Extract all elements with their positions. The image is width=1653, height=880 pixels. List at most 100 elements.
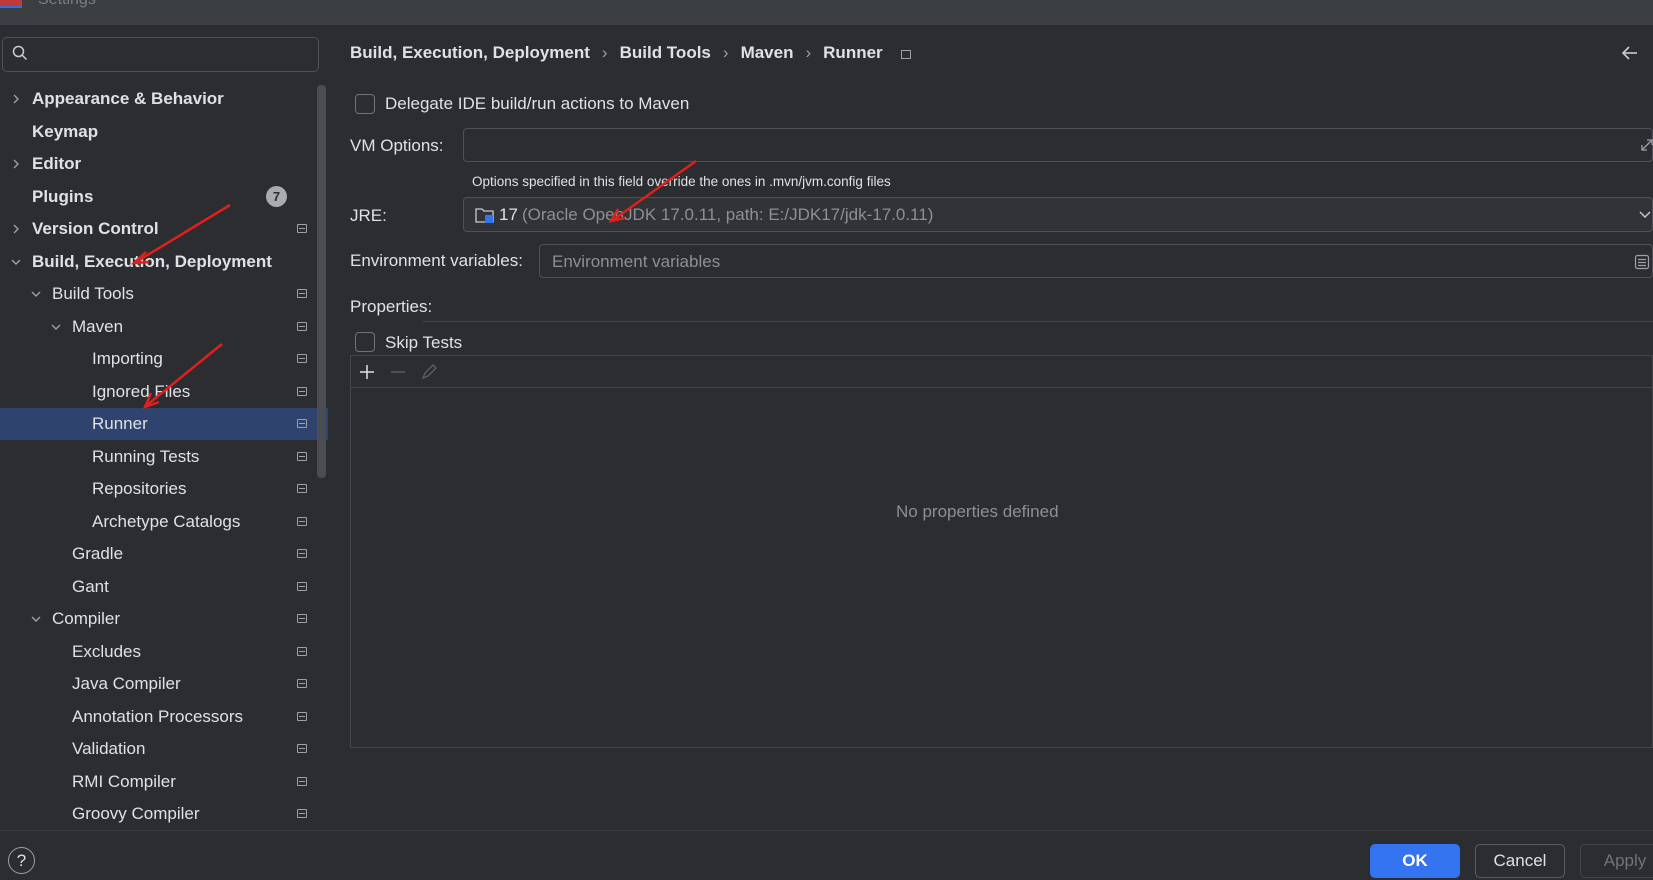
breadcrumb-item[interactable]: Build Tools (620, 43, 711, 63)
breadcrumb-item[interactable]: Build, Execution, Deployment (350, 43, 590, 63)
sidebar-item[interactable]: Running Tests (0, 441, 328, 473)
edit-icon[interactable] (419, 362, 439, 382)
sidebar-item[interactable]: Excludes (0, 636, 328, 668)
chevron-down-icon[interactable] (50, 321, 62, 333)
breadcrumb-separator-icon: › (805, 43, 812, 62)
sidebar-item-label: Plugins (32, 186, 94, 206)
chevron-right-icon[interactable] (10, 93, 22, 105)
expand-icon[interactable] (1639, 137, 1653, 153)
env-label: Environment variables: (350, 251, 523, 270)
project-level-icon (900, 49, 911, 59)
project-level-icon (297, 386, 307, 396)
chevron-down-icon[interactable] (30, 288, 42, 300)
sidebar-item-label: Running Tests (92, 446, 200, 466)
breadcrumb-separator-icon: › (722, 43, 729, 62)
project-level-icon (297, 581, 307, 591)
sidebar-item[interactable]: Runner (0, 408, 328, 440)
project-level-icon (297, 679, 307, 688)
sidebar-item[interactable]: Groovy Compiler (0, 798, 328, 830)
breadcrumb-item: Runner (823, 43, 883, 62)
project-level-icon (297, 549, 307, 558)
sidebar-item-label: Editor (32, 154, 82, 173)
help-button[interactable]: ? (8, 847, 35, 874)
app-icon (0, 0, 22, 8)
env-variables-field[interactable]: Environment variables (539, 244, 1653, 278)
sidebar-item-label: Runner (92, 414, 148, 433)
chevron-right-icon[interactable] (10, 158, 22, 170)
search-icon (12, 45, 28, 61)
properties-table[interactable]: No properties defined (350, 355, 1653, 748)
sidebar-item[interactable]: Repositories (0, 473, 328, 505)
cancel-button[interactable]: Cancel (1475, 844, 1565, 878)
project-level-icon (297, 744, 307, 753)
dialog-footer: ? OK Cancel Apply (0, 830, 1653, 880)
settings-sidebar: Appearance & Behavior Keymap Editor Plugins… (0, 25, 328, 830)
sidebar-item[interactable]: Importing (0, 343, 328, 375)
sidebar-item[interactable]: Build, Execution, Deployment (0, 246, 328, 278)
project-level-icon (297, 646, 307, 656)
sidebar-item-label: Version Control (32, 219, 159, 238)
empty-table-text: No properties defined (896, 502, 1059, 521)
sidebar-item-label: Compiler (52, 609, 121, 628)
sidebar-item[interactable]: Ignored Files (0, 376, 328, 408)
sidebar-item[interactable]: Archetype Catalogs (0, 506, 328, 538)
project-level-icon (297, 711, 307, 721)
list-edit-icon[interactable] (1634, 254, 1650, 270)
sidebar-item[interactable]: Validation (0, 733, 328, 765)
chevron-down-icon[interactable] (10, 256, 22, 268)
sidebar-item[interactable]: Compiler (0, 603, 328, 635)
project-level-icon (297, 451, 307, 461)
apply-button[interactable]: Apply (1580, 844, 1653, 878)
sidebar-item[interactable]: Annotation Processors (0, 701, 328, 733)
sidebar-item[interactable]: Editor (0, 148, 328, 180)
chevron-down-icon[interactable] (30, 613, 42, 625)
remove-icon[interactable] (388, 362, 408, 382)
sidebar-item-label: Groovy Compiler (72, 804, 200, 823)
env-placeholder: Environment variables (552, 252, 721, 271)
search-input[interactable] (2, 37, 319, 72)
sidebar-item[interactable]: Gradle (0, 538, 328, 570)
sidebar-item-label: Importing (92, 349, 163, 368)
skip-tests-checkbox[interactable] (355, 332, 375, 352)
sidebar-item-label: Ignored Files (92, 381, 191, 401)
sidebar-item-label: Excludes (72, 641, 141, 661)
properties-label: Properties: (350, 297, 433, 316)
sidebar-item[interactable]: Gant (0, 571, 328, 603)
jre-label: JRE: (350, 206, 387, 225)
sidebar-item[interactable]: Version Control (0, 213, 328, 245)
delegate-checkbox[interactable] (355, 94, 375, 114)
back-arrow-icon[interactable] (1621, 45, 1639, 61)
chevron-right-icon[interactable] (10, 223, 22, 235)
breadcrumb-item[interactable]: Maven (741, 43, 794, 63)
sidebar-item-label: Gant (72, 576, 109, 596)
skip-tests-label[interactable]: Skip Tests (385, 333, 462, 353)
ok-button[interactable]: OK (1370, 844, 1460, 878)
settings-content: Build, Execution, Deployment › Build Too… (328, 25, 1653, 830)
project-level-icon (297, 484, 307, 493)
project-level-icon (297, 776, 307, 786)
sidebar-item-label: Build Tools (52, 284, 134, 303)
sidebar-item[interactable]: Java Compiler (0, 668, 328, 700)
sidebar-item[interactable]: Keymap (0, 116, 328, 148)
sidebar-item[interactable]: Build Tools (0, 278, 328, 310)
delegate-label[interactable]: Delegate IDE build/run actions to Maven (385, 94, 689, 114)
properties-divider (423, 321, 1653, 322)
sidebar-item[interactable]: Appearance & Behavior (0, 83, 328, 115)
sidebar-item-label: Build, Execution, Deployment (32, 251, 272, 271)
vm-options-hint: Options specified in this field override… (472, 174, 891, 189)
chevron-down-icon (1639, 211, 1651, 218)
sidebar-item-label: Maven (72, 316, 124, 336)
vm-options-field[interactable] (463, 128, 1653, 162)
updates-badge: 7 (266, 185, 287, 207)
project-level-icon (297, 354, 307, 363)
sidebar-item[interactable]: RMI Compiler (0, 766, 328, 798)
sidebar-item[interactable]: Plugins 7 (0, 181, 328, 213)
project-level-icon (297, 289, 307, 298)
sdk-folder-icon (475, 208, 494, 223)
project-level-icon (297, 516, 307, 526)
sidebar-scrollbar[interactable] (317, 85, 326, 478)
project-level-icon (297, 419, 307, 428)
add-icon[interactable] (357, 362, 377, 382)
sidebar-item[interactable]: Maven (0, 311, 328, 343)
jre-dropdown[interactable]: 17 (Oracle OpenJDK 17.0.11, path: E:/JDK… (463, 197, 1653, 232)
